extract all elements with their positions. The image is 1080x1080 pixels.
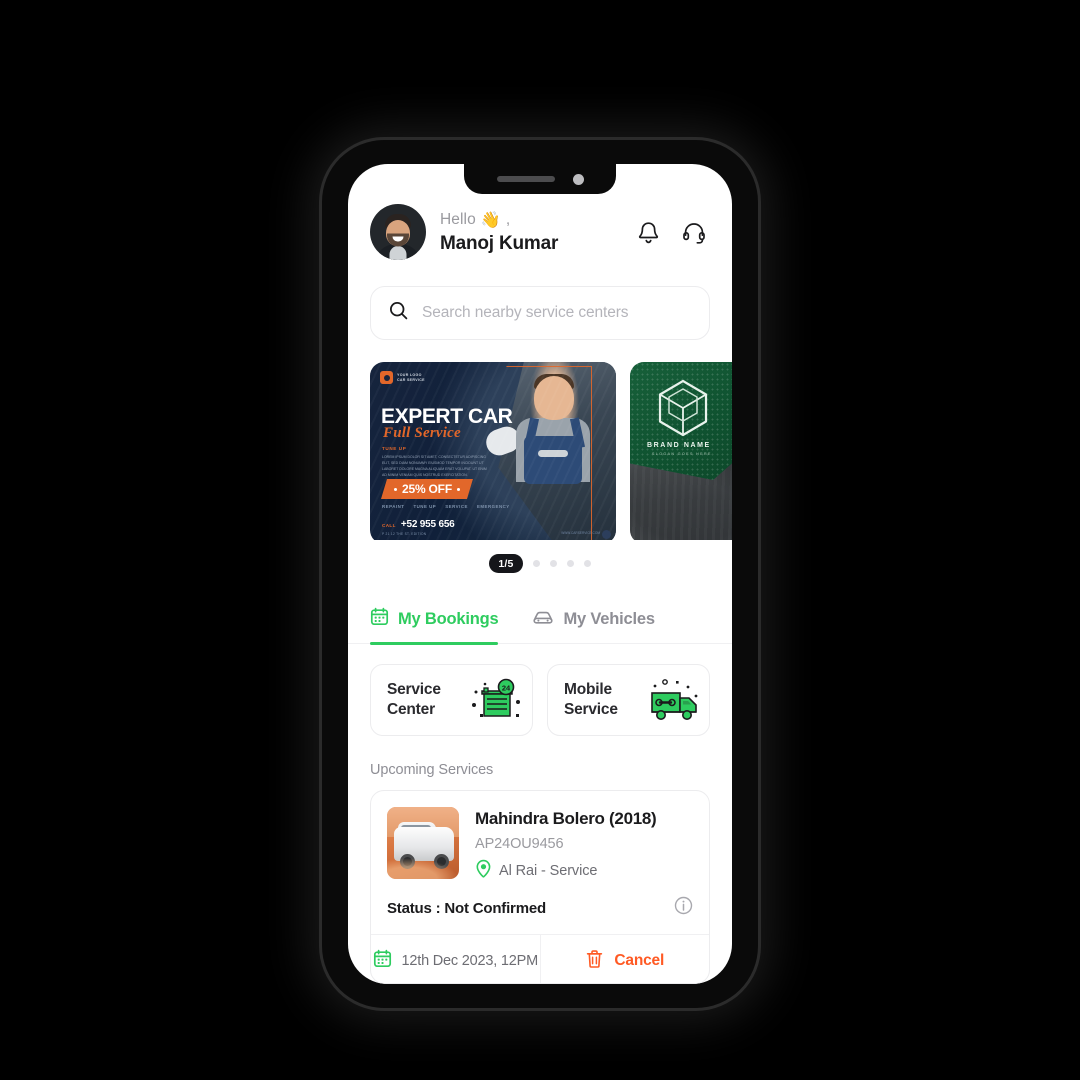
greeting-text: Hello — [440, 210, 476, 228]
car-icon — [532, 607, 554, 631]
carousel-dot[interactable] — [583, 560, 591, 568]
mobile-service-card[interactable]: Mobile Service — [547, 664, 710, 737]
banner2-slogan: SLOGAN GOES HERE — [652, 452, 712, 456]
status-badge: Status : Not Confirmed — [387, 899, 546, 917]
carousel-dot[interactable] — [566, 560, 574, 568]
banner-call-row: CALL +52 955 656 — [382, 519, 455, 530]
waving-hand-icon: 👋 — [480, 211, 501, 229]
cancel-button[interactable]: Cancel — [541, 935, 710, 983]
booking-location-text: Al Rai - Service — [499, 862, 598, 879]
headset-icon[interactable] — [682, 220, 706, 245]
cancel-label: Cancel — [614, 952, 665, 970]
upcoming-section-title: Upcoming Services — [370, 762, 494, 779]
service-center-label-line2: Center — [387, 701, 435, 719]
search-placeholder: Search nearby service centers — [422, 304, 629, 321]
booking-info: Mahindra Bolero (2018) AP24OU9456 Al Rai… — [475, 807, 693, 882]
tab-label: My Bookings — [398, 609, 499, 628]
location-pin-icon — [475, 859, 492, 882]
carousel-dot[interactable] — [532, 560, 540, 568]
carousel-counter: 1/5 — [489, 554, 523, 574]
banner2-brand-name: BRAND NAME — [647, 442, 711, 449]
booking-location: Al Rai - Service — [475, 859, 693, 882]
phone-screen: Hello 👋 , Manoj Kumar Search nearby serv… — [348, 164, 732, 984]
calendar-icon — [370, 607, 389, 631]
booking-footer: 12th Dec 2023, 12PM Cancel — [371, 934, 709, 984]
service-type-cards: Service Center 24 Mobile Service — [348, 644, 732, 737]
avatar[interactable] — [370, 204, 426, 260]
service-truck-icon — [643, 672, 705, 728]
mobile-service-label-line1: Mobile — [564, 680, 612, 698]
app-content: Hello 👋 , Manoj Kumar Search nearby serv… — [348, 164, 732, 984]
banner-tag: TUNE UP — [413, 504, 437, 509]
garage-24h-icon: 24 — [466, 672, 528, 728]
promo-banner-1[interactable]: YOUR LOGO CAR SERVICE EXPERT CAR Full Se… — [370, 362, 616, 541]
carousel-dot[interactable] — [549, 560, 557, 568]
phone-frame: Hello 👋 , Manoj Kumar Search nearby serv… — [322, 140, 758, 1008]
promo-carousel[interactable]: YOUR LOGO CAR SERVICE EXPERT CAR Full Se… — [348, 362, 732, 541]
booking-date-text: 12th Dec 2023, 12PM — [401, 953, 539, 970]
service-center-label-line1: Service — [387, 680, 441, 698]
banner-subtitle: Full Service — [383, 425, 461, 441]
booking-date-cell[interactable]: 12th Dec 2023, 12PM — [371, 935, 541, 984]
mobile-service-label-line2: Service — [564, 701, 618, 719]
greeting-block: Hello 👋 , Manoj Kumar — [438, 210, 625, 255]
search-icon — [389, 301, 408, 325]
banner-website: WWW.CARSERVICE.COM — [561, 531, 600, 535]
phone-notch — [464, 164, 616, 194]
banner-logo: YOUR LOGO CAR SERVICE — [380, 371, 425, 384]
carousel-pagination: 1/5 — [348, 554, 732, 574]
banner-body-text: LOREM IPSUM DOLOR SIT AMET, CONSECTETUR … — [382, 455, 487, 478]
banner-discount-text: 25% OFF — [402, 482, 452, 496]
booking-top: Mahindra Bolero (2018) AP24OU9456 Al Rai… — [371, 791, 709, 896]
user-name: Manoj Kumar — [440, 232, 559, 254]
banner-corner-badge — [602, 530, 611, 539]
banner-tag: EMERGENCY — [476, 504, 510, 509]
trash-icon — [585, 949, 604, 974]
greeting-line: Hello 👋 , — [440, 210, 625, 230]
notch-camera — [572, 173, 584, 185]
banner-section-tag: TUNE UP — [382, 446, 407, 451]
banner-call-label: CALL — [382, 523, 396, 528]
tab-label: My Vehicles — [563, 609, 655, 628]
search-section: Search nearby service centers — [348, 260, 732, 340]
banner-logo-mark — [380, 371, 393, 384]
banner-discount-badge: 25% OFF — [381, 479, 473, 499]
banner-phone: +52 955 656 — [400, 519, 455, 530]
vehicle-thumbnail — [387, 807, 459, 880]
booking-status-row: Status : Not Confirmed — [371, 896, 709, 934]
calendar-icon — [373, 949, 392, 973]
garage-badge-text: 24 — [502, 683, 511, 692]
banner-address: P 21 12 THE ST. EDITION — [382, 532, 427, 536]
search-input[interactable]: Search nearby service centers — [370, 286, 710, 340]
notch-speaker — [496, 176, 555, 182]
tab-my-vehicles[interactable]: My Vehicles — [532, 607, 655, 643]
banner-service-tags: REPAINT TUNE UP SERVICE EMERGENCY — [382, 504, 510, 509]
banner-title: EXPERT CAR — [381, 405, 513, 428]
banner-logo-line1: YOUR LOGO — [397, 373, 422, 378]
vehicle-name: Mahindra Bolero (2018) — [475, 809, 657, 829]
tab-my-bookings[interactable]: My Bookings — [370, 607, 499, 645]
vehicle-plate: AP24OU9456 — [475, 836, 564, 853]
service-center-card[interactable]: Service Center 24 — [370, 664, 533, 737]
promo-banner-2[interactable]: BRAND NAME SLOGAN GOES HERE — [630, 362, 732, 541]
booking-card[interactable]: Mahindra Bolero (2018) AP24OU9456 Al Rai… — [370, 790, 710, 984]
header-actions — [637, 220, 710, 245]
banner-tag: SERVICE — [445, 504, 468, 509]
greeting-comma: , — [505, 210, 511, 228]
brand-hexagon-logo-icon — [657, 379, 709, 437]
info-icon[interactable] — [674, 896, 693, 920]
bell-icon[interactable] — [637, 220, 660, 245]
main-tabs: My Bookings My Vehicles — [348, 587, 732, 645]
banner-logo-line2: CAR SERVICE — [397, 377, 425, 382]
banner-tag: REPAINT — [382, 504, 405, 509]
